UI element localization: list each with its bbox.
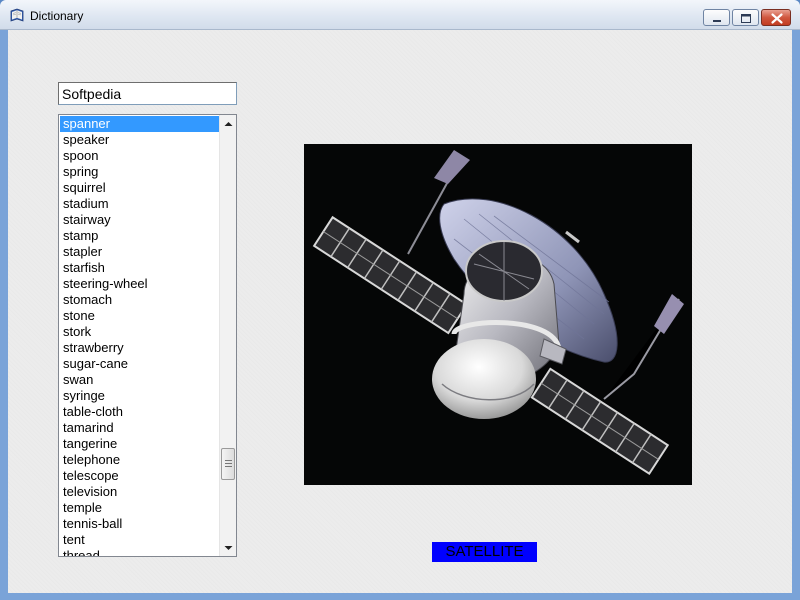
- word-picture: [304, 144, 692, 485]
- list-item[interactable]: speaker: [60, 132, 221, 148]
- search-input[interactable]: [58, 82, 237, 105]
- title-bar[interactable]: Dictionary: [0, 0, 800, 30]
- list-item[interactable]: steering-wheel: [60, 276, 221, 292]
- list-item[interactable]: stairway: [60, 212, 221, 228]
- list-item[interactable]: spring: [60, 164, 221, 180]
- book-icon: [9, 8, 25, 23]
- list-item[interactable]: spoon: [60, 148, 221, 164]
- word-list-scrollbar[interactable]: [219, 115, 236, 556]
- list-item[interactable]: stapler: [60, 244, 221, 260]
- minimize-button[interactable]: [703, 9, 730, 26]
- maximize-icon: [741, 14, 751, 23]
- list-item[interactable]: spanner: [60, 116, 221, 132]
- scroll-thumb[interactable]: [221, 448, 235, 480]
- list-item[interactable]: tangerine: [60, 436, 221, 452]
- scroll-down-icon[interactable]: [220, 539, 236, 556]
- maximize-button[interactable]: [732, 9, 759, 26]
- close-button[interactable]: [761, 9, 791, 26]
- list-item[interactable]: starfish: [60, 260, 221, 276]
- list-item[interactable]: stork: [60, 324, 221, 340]
- window-title: Dictionary: [30, 9, 84, 23]
- list-item[interactable]: tent: [60, 532, 221, 548]
- list-item[interactable]: stomach: [60, 292, 221, 308]
- list-item[interactable]: stone: [60, 308, 221, 324]
- list-item[interactable]: tennis-ball: [60, 516, 221, 532]
- dictionary-window: Dictionary spannerspeakerspoonspringsqui…: [0, 0, 800, 600]
- list-item[interactable]: swan: [60, 372, 221, 388]
- list-item[interactable]: table-cloth: [60, 404, 221, 420]
- list-item[interactable]: tamarind: [60, 420, 221, 436]
- minimize-icon: [713, 20, 721, 22]
- list-item[interactable]: syringe: [60, 388, 221, 404]
- list-item[interactable]: thread: [60, 548, 221, 556]
- list-item[interactable]: temple: [60, 500, 221, 516]
- satellite-image: [304, 144, 692, 485]
- word-caption: SATELLITE: [432, 542, 537, 562]
- list-item[interactable]: stamp: [60, 228, 221, 244]
- list-item[interactable]: telephone: [60, 452, 221, 468]
- list-item[interactable]: squirrel: [60, 180, 221, 196]
- list-item[interactable]: sugar-cane: [60, 356, 221, 372]
- list-item[interactable]: telescope: [60, 468, 221, 484]
- list-item[interactable]: television: [60, 484, 221, 500]
- word-list[interactable]: spanner speaker spoon spring squirrel stadium…: [58, 114, 237, 557]
- scroll-up-icon[interactable]: [220, 115, 236, 132]
- close-icon: [771, 13, 783, 24]
- list-item[interactable]: strawberry: [60, 340, 221, 356]
- list-item[interactable]: stadium: [60, 196, 221, 212]
- word-list-items: spanner speaker spoon spring squirrel stadium…: [60, 116, 221, 556]
